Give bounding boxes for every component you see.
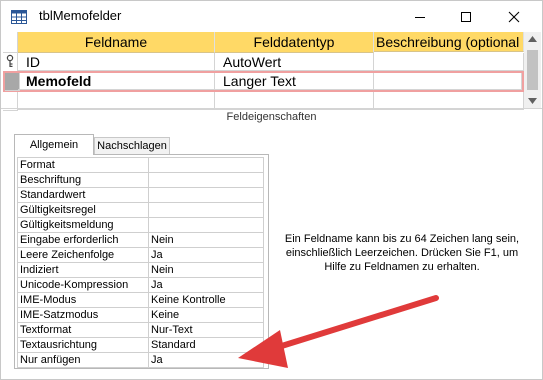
property-value[interactable] bbox=[148, 202, 264, 218]
properties-table: Format Beschriftung Standardwert Gültigkeit… bbox=[17, 157, 264, 368]
table-icon bbox=[11, 10, 27, 24]
minimize-button[interactable] bbox=[397, 1, 443, 32]
property-value[interactable]: Nein bbox=[148, 262, 264, 278]
column-header-description[interactable]: Beschreibung (optional bbox=[374, 32, 524, 52]
property-row[interactable]: Eingabe erforderlich Nein bbox=[17, 232, 264, 248]
property-label: IME-Modus bbox=[17, 292, 149, 308]
table-row-id[interactable]: ID AutoWert bbox=[3, 53, 524, 72]
title-bar[interactable]: tblMemofelder bbox=[1, 1, 542, 32]
close-button[interactable] bbox=[491, 1, 537, 32]
window-title: tblMemofelder bbox=[39, 8, 122, 23]
property-row[interactable]: Beschriftung bbox=[17, 172, 264, 188]
field-name-cell[interactable]: ID bbox=[18, 53, 215, 71]
column-header-field-name[interactable]: Feldname bbox=[18, 32, 215, 53]
minimize-icon bbox=[415, 16, 425, 18]
property-row[interactable]: Gültigkeitsregel bbox=[17, 202, 264, 218]
property-label: Beschriftung bbox=[17, 172, 149, 188]
property-value[interactable] bbox=[148, 172, 264, 188]
property-value[interactable]: Ja bbox=[148, 247, 264, 263]
property-value[interactable]: Nein bbox=[148, 232, 264, 248]
table-row-memofeld[interactable]: Memofeld Langer Text bbox=[3, 71, 524, 92]
row-selector[interactable] bbox=[3, 53, 18, 72]
property-row[interactable]: Format bbox=[17, 157, 264, 173]
data-type-cell[interactable]: AutoWert bbox=[215, 53, 374, 71]
property-label: Gültigkeitsregel bbox=[17, 202, 149, 218]
property-row[interactable]: IME-Satzmodus Keine bbox=[17, 307, 264, 323]
property-value[interactable]: Keine Kontrolle bbox=[148, 292, 264, 308]
field-design-grid: Feldname Felddatentyp Beschreibung (opti… bbox=[3, 32, 524, 111]
property-label: Gültigkeitsmeldung bbox=[17, 217, 149, 233]
property-row[interactable]: Indiziert Nein bbox=[17, 262, 264, 278]
property-label: Nur anfügen bbox=[17, 352, 149, 368]
maximize-icon bbox=[461, 11, 471, 22]
property-label: Eingabe erforderlich bbox=[17, 232, 149, 248]
maximize-button[interactable] bbox=[443, 1, 489, 32]
property-value[interactable]: Keine bbox=[148, 307, 264, 323]
property-value[interactable]: Nur-Text bbox=[148, 322, 264, 338]
property-row[interactable]: Leere Zeichenfolge Ja bbox=[17, 247, 264, 263]
property-value[interactable]: Ja bbox=[148, 352, 264, 368]
scroll-down-icon[interactable] bbox=[528, 98, 537, 104]
property-label: IME-Satzmodus bbox=[17, 307, 149, 323]
property-row[interactable]: IME-Modus Keine Kontrolle bbox=[17, 292, 264, 308]
field-properties-title: Feldeigenschaften bbox=[226, 111, 317, 123]
property-row[interactable]: Textausrichtung Standard bbox=[17, 337, 264, 353]
grid-header-row: Feldname Felddatentyp Beschreibung (opti… bbox=[3, 32, 524, 53]
field-name-cell[interactable]: Memofeld bbox=[18, 73, 215, 90]
property-label: Format bbox=[17, 157, 149, 173]
primary-key-icon bbox=[6, 54, 14, 67]
section-divider bbox=[1, 108, 542, 109]
help-text: Ein Feldname kann bis zu 64 Zeichen lang… bbox=[284, 233, 520, 273]
property-label: Textausrichtung bbox=[17, 337, 149, 353]
property-row[interactable]: Textformat Nur-Text bbox=[17, 322, 264, 338]
property-label: Textformat bbox=[17, 322, 149, 338]
tab-allgemein[interactable]: Allgemein bbox=[14, 134, 94, 155]
property-row[interactable]: Nur anfügen Ja bbox=[17, 352, 264, 368]
property-label: Indiziert bbox=[17, 262, 149, 278]
table-design-window: tblMemofelder Feldname Felddatentyp Besc… bbox=[0, 0, 543, 380]
select-all-cell[interactable] bbox=[3, 32, 18, 53]
property-value[interactable] bbox=[148, 217, 264, 233]
description-cell[interactable] bbox=[374, 73, 522, 90]
property-value[interactable] bbox=[148, 187, 264, 203]
column-header-data-type[interactable]: Felddatentyp bbox=[215, 32, 374, 53]
scrollbar-thumb[interactable] bbox=[527, 50, 538, 90]
property-value[interactable] bbox=[148, 157, 264, 173]
property-row[interactable]: Unicode-Kompression Ja bbox=[17, 277, 264, 293]
scroll-up-icon[interactable] bbox=[528, 36, 537, 42]
property-label: Standardwert bbox=[17, 187, 149, 203]
property-label: Leere Zeichenfolge bbox=[17, 247, 149, 263]
vertical-scrollbar[interactable] bbox=[524, 32, 541, 109]
close-icon bbox=[508, 11, 520, 22]
property-value[interactable]: Standard bbox=[148, 337, 264, 353]
property-row[interactable]: Gültigkeitsmeldung bbox=[17, 217, 264, 233]
tab-nachschlagen[interactable]: Nachschlagen bbox=[94, 137, 170, 155]
data-type-cell[interactable]: Langer Text bbox=[215, 73, 374, 90]
property-value[interactable]: Ja bbox=[148, 277, 264, 293]
property-label: Unicode-Kompression bbox=[17, 277, 149, 293]
property-row[interactable]: Standardwert bbox=[17, 187, 264, 203]
description-cell[interactable] bbox=[374, 53, 524, 71]
